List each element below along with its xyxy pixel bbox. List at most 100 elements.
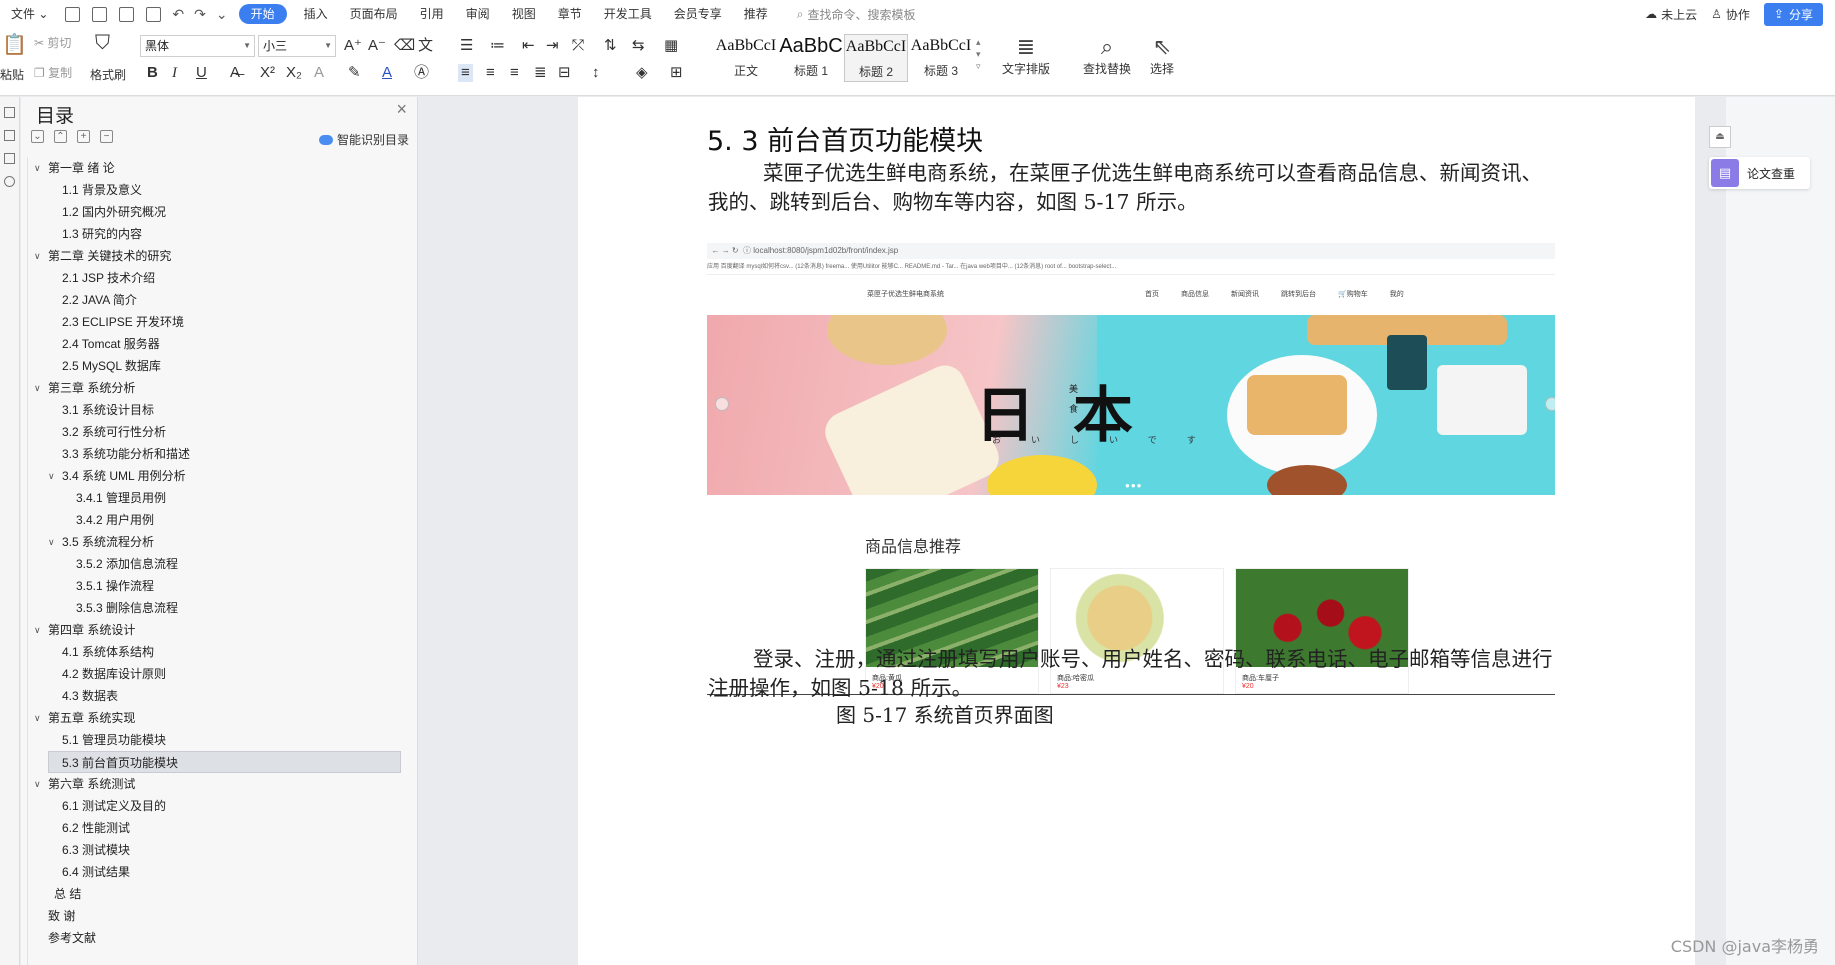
superscript-icon[interactable]: X² [260, 64, 275, 82]
command-search[interactable]: ⌕ 查找命令、搜索模板 [797, 6, 916, 23]
export-pdf-icon[interactable] [92, 6, 108, 22]
toc-item[interactable]: 3.5.1 操作流程 [28, 575, 421, 597]
chevron-down-icon[interactable]: ∨ [34, 773, 41, 795]
clear-format-icon[interactable]: ⌫ [394, 37, 415, 55]
find-replace-button[interactable]: ⌕ 查找替换 [1083, 34, 1131, 77]
toc-item[interactable]: ∨ 3.5 系统流程分析 [28, 531, 421, 553]
italic-icon[interactable]: I [172, 64, 177, 82]
undo-icon[interactable]: ↶ [172, 6, 184, 23]
collapse-all-icon[interactable]: ⌄ [31, 130, 44, 143]
quick-access-more-icon[interactable]: ⌄ [216, 6, 228, 23]
font-size-select[interactable]: 小三 ▼ [258, 35, 336, 57]
expand-icon[interactable]: ⌃ [54, 130, 67, 143]
select-button[interactable]: ⇖ 选择 [1150, 34, 1174, 77]
toc-item[interactable]: ∨ 第二章 关键技术的研究 [28, 245, 421, 267]
cloud-status-button[interactable]: ☁ 未上云 [1645, 6, 1697, 23]
tab-section[interactable]: 章节 [547, 0, 593, 28]
chinese-layout-icon[interactable]: ⤱ [572, 37, 584, 55]
toc-item[interactable]: ∨ 3.4 系统 UML 用例分析 [28, 465, 421, 487]
toc-item[interactable]: 2.4 Tomcat 服务器 [28, 333, 421, 355]
copy-button[interactable]: ❐ 复制 [34, 64, 72, 81]
sort-icon[interactable]: ⇅ [604, 37, 617, 55]
toc-item[interactable]: 3.3 系统功能分析和描述 [28, 443, 421, 465]
toc-item[interactable]: 3.1 系统设计目标 [28, 399, 421, 421]
toc-item[interactable]: 3.4.1 管理员用例 [28, 487, 421, 509]
save-icon[interactable] [65, 6, 81, 22]
toc-item[interactable]: 致 谢 [28, 905, 421, 927]
print-preview-icon[interactable] [146, 6, 162, 22]
toc-item[interactable]: 4.3 数据表 [28, 685, 421, 707]
underline-icon[interactable]: U [196, 64, 207, 82]
text-effect-icon[interactable]: A [314, 64, 324, 82]
toc-item[interactable]: 1.3 研究的内容 [28, 223, 421, 245]
chevron-down-icon[interactable]: ∨ [34, 707, 41, 729]
styles-scroll-icon[interactable]: ▴ ▾ ▿ [976, 36, 981, 72]
align-right-icon[interactable]: ≡ [510, 64, 519, 82]
distributed-icon[interactable]: ⊟ [558, 64, 571, 82]
cut-button[interactable]: ✂ 剪切 [34, 34, 71, 51]
smart-toc-button[interactable]: 智能识别目录 [318, 131, 409, 148]
file-menu[interactable]: 文件 ⌄ [0, 0, 59, 28]
tab-home[interactable]: 开始 [238, 4, 287, 24]
text-layout-button[interactable]: ≣ 文字排版 [1002, 34, 1050, 77]
justify-icon[interactable]: ≣ [534, 64, 547, 82]
toc-item[interactable]: 4.1 系统体系结构 [28, 641, 421, 663]
toc-item[interactable]: 5.1 管理员功能模块 [28, 729, 421, 751]
borders-icon[interactable]: ⊞ [670, 64, 683, 82]
toc-item[interactable]: 3.4.2 用户用例 [28, 509, 421, 531]
decrease-indent-icon[interactable]: ⇤ [522, 37, 535, 55]
redo-icon[interactable]: ↷ [194, 6, 206, 23]
tab-references[interactable]: 引用 [409, 0, 455, 28]
tab-member[interactable]: 会员专享 [663, 0, 733, 28]
chevron-down-icon[interactable]: ∨ [34, 245, 41, 267]
toc-item[interactable]: 6.2 性能测试 [28, 817, 421, 839]
phonetic-icon[interactable]: 文 [418, 37, 433, 55]
toc-item[interactable]: 2.2 JAVA 简介 [28, 289, 421, 311]
paper-check-button[interactable]: ▤ 论文查重 [1709, 157, 1810, 189]
toc-item[interactable]: 2.3 ECLIPSE 开发环境 [28, 311, 421, 333]
chevron-down-icon[interactable]: ∨ [48, 531, 55, 553]
chevron-down-icon[interactable]: ∨ [34, 619, 41, 641]
format-painter-button[interactable]: 格式刷 [90, 66, 126, 83]
bullet-list-icon[interactable]: ☰ [460, 37, 473, 55]
chevron-down-icon[interactable]: ∨ [48, 465, 55, 487]
bookmark-icon[interactable] [4, 153, 15, 164]
add-icon[interactable]: + [77, 130, 90, 143]
tab-review[interactable]: 审阅 [455, 0, 501, 28]
toc-pane-icon[interactable] [4, 107, 15, 118]
subscript-icon[interactable]: X₂ [286, 64, 302, 82]
toc-item[interactable]: 3.2 系统可行性分析 [28, 421, 421, 443]
tab-recommend[interactable]: 推荐 [733, 0, 779, 28]
align-center-icon[interactable]: ≡ [486, 64, 495, 82]
style-heading-2[interactable]: AaBbCcI 标题 2 [844, 34, 908, 82]
close-icon[interactable]: × [396, 99, 407, 120]
toc-item[interactable]: 总 结 [28, 883, 421, 905]
paste-icon[interactable]: 📋 [2, 32, 27, 57]
toc-item[interactable]: ∨ 第三章 系统分析 [28, 377, 421, 399]
increase-indent-icon[interactable]: ⇥ [546, 37, 559, 55]
toc-item[interactable]: 参考文献 [28, 927, 421, 949]
toc-item[interactable]: 6.3 测试模块 [28, 839, 421, 861]
share-button[interactable]: ⇪ 分享 [1763, 2, 1823, 26]
table-tools-icon[interactable]: ▦ [664, 37, 678, 55]
toc-item[interactable]: 4.2 数据库设计原则 [28, 663, 421, 685]
print-icon[interactable] [119, 6, 135, 22]
toc-item[interactable]: 1.1 背景及意义 [28, 179, 421, 201]
toc-item[interactable]: ∨ 第一章 绪 论 [28, 157, 421, 179]
toc-item[interactable]: ∨ 第四章 系统设计 [28, 619, 421, 641]
tab-developer[interactable]: 开发工具 [593, 0, 663, 28]
align-left-icon[interactable]: ≡ [458, 64, 473, 82]
font-name-select[interactable]: 黑体 ▼ [140, 35, 255, 57]
tab-page-layout[interactable]: 页面布局 [339, 0, 409, 28]
toc-item[interactable]: 6.4 测试结果 [28, 861, 421, 883]
bold-icon[interactable]: B [147, 64, 158, 82]
toc-item[interactable]: 2.1 JSP 技术介绍 [28, 267, 421, 289]
style-normal[interactable]: AaBbCcI 正文 [714, 34, 778, 82]
collab-button[interactable]: ♙ 协作 [1711, 6, 1750, 23]
document-page[interactable]: 5. 3 前台首页功能模块 菜匣子优选生鲜电商系统，在菜匣子优选生鲜电商系统可以… [578, 97, 1695, 965]
char-border-icon[interactable]: Ⓐ [414, 64, 429, 82]
toc-item[interactable]: 6.1 测试定义及目的 [28, 795, 421, 817]
increase-font-icon[interactable]: A⁺ [344, 37, 362, 55]
toc-item[interactable]: ∨ 第六章 系统测试 [28, 773, 421, 795]
toc-item[interactable]: ∨ 第五章 系统实现 [28, 707, 421, 729]
